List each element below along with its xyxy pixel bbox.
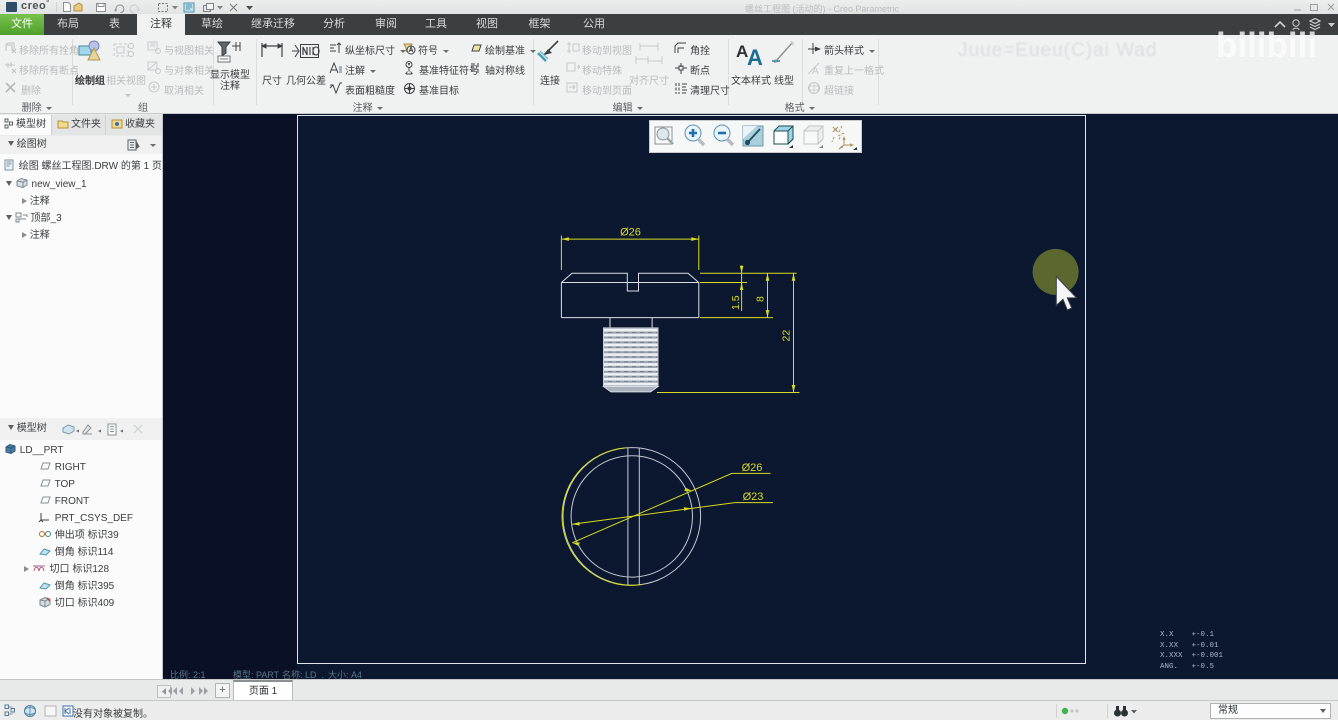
svg-text:A: A (812, 66, 819, 75)
svg-text:Ø23: Ø23 (743, 491, 764, 503)
svg-text:8: 8 (755, 296, 767, 302)
svg-text:22: 22 (781, 330, 793, 342)
svg-text:Ø26: Ø26 (742, 462, 763, 474)
svg-text:A: A (747, 45, 763, 67)
svg-text:Ø26: Ø26 (620, 227, 641, 239)
svg-text:1.5: 1.5 (730, 295, 742, 310)
